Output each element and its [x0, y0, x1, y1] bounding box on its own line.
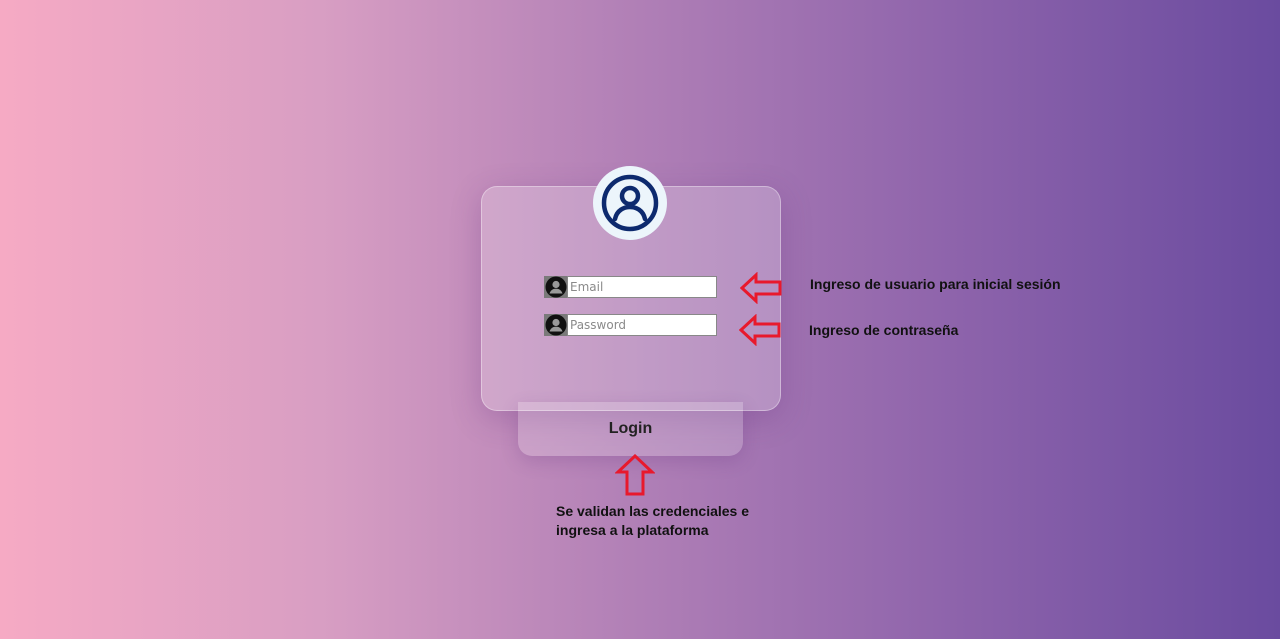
login-button[interactable]: Login	[518, 402, 743, 456]
user-circle-icon	[601, 174, 659, 232]
email-input[interactable]	[567, 276, 717, 298]
user-icon	[544, 314, 567, 336]
login-annotation-line: Se validan las credenciales e	[556, 503, 750, 519]
arrow-left-icon	[740, 272, 782, 304]
user-icon	[544, 276, 567, 298]
password-annotation: Ingreso de contraseña	[809, 322, 959, 338]
avatar	[593, 166, 667, 240]
login-annotation-line: ingresa a la plataforma	[556, 522, 709, 538]
password-row	[544, 314, 717, 336]
email-annotation: Ingreso de usuario para inicial sesión	[810, 276, 1061, 292]
password-input[interactable]	[567, 314, 717, 336]
arrow-up-icon	[615, 454, 655, 496]
email-row	[544, 276, 717, 298]
arrow-left-icon	[739, 314, 781, 346]
login-annotation: Se validan las credenciales e ingresa a …	[556, 502, 749, 540]
